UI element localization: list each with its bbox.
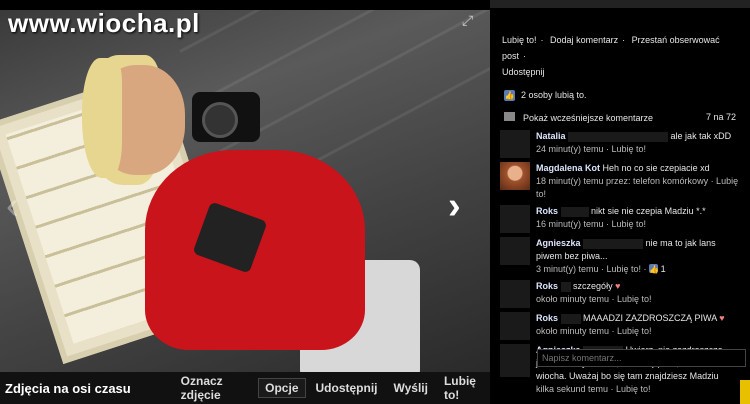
show-more-row: Pokaż wcześniejsze komentarze 7 na 72	[490, 106, 750, 128]
avatar[interactable]	[500, 162, 530, 190]
options-button[interactable]: Opcje	[258, 378, 306, 398]
photo-viewer: www.wiocha.pl ⤢ ‹ › Zdjęcia na osi czasu…	[0, 0, 490, 404]
previous-photo-icon[interactable]: ‹	[6, 185, 19, 228]
current-user-avatar	[500, 347, 530, 377]
comment-item: Agnieszka nie ma to jak lans piwem bez p…	[490, 235, 750, 278]
comment-text: nikt sie nie czepia Madziu *.*	[591, 206, 706, 216]
post-actions: Lubię to! · Dodaj komentarz · Przestań obs…	[502, 35, 720, 77]
like-button[interactable]: Lubię to!	[438, 372, 490, 404]
avatar[interactable]	[500, 312, 530, 340]
commenter-name[interactable]: Roks	[536, 313, 558, 323]
comment-item: Roks nikt sie nie czepia Madziu *.* 16 m…	[490, 203, 750, 235]
share-link[interactable]: Udostępnij	[502, 67, 545, 77]
comment-meta[interactable]: kilka sekund temu · Lubię to!	[536, 384, 651, 394]
commenter-name[interactable]: Roks	[536, 281, 558, 291]
comment-text: MAAADZI ZAZDROSZCZĄ PIWA	[583, 313, 717, 323]
comment-text: ale jak tak xDD	[670, 131, 732, 141]
commenter-name[interactable]: Natalia	[536, 131, 566, 141]
avatar[interactable]	[500, 237, 530, 265]
comment-meta[interactable]: około minuty temu · Lubię to!	[536, 326, 652, 336]
comment-meta[interactable]: 24 minut(y) temu · Lubię to!	[536, 144, 646, 154]
tag-photo-button[interactable]: Oznacz zdjęcie	[175, 372, 254, 404]
likes-text[interactable]: 2 osoby lubią to.	[521, 90, 587, 100]
comment-text: szczegóły	[573, 281, 613, 291]
thumbs-up-icon: 👍	[504, 89, 515, 101]
share-button[interactable]: Udostępnij	[310, 379, 384, 397]
comment-input[interactable]	[537, 349, 746, 367]
show-earlier-comments-link[interactable]: Pokaż wcześniejsze komentarze	[523, 113, 653, 123]
comment-item: Natalia ale jak tak xDD 24 minut(y) temu…	[490, 128, 750, 160]
commenter-name[interactable]: Agnieszka	[536, 238, 581, 248]
like-link[interactable]: Lubię to!	[502, 35, 537, 45]
commenter-name[interactable]: Magdalena Kot	[536, 163, 600, 173]
thumbs-up-icon: 👍	[649, 264, 660, 274]
comment-like-count[interactable]: 1	[661, 264, 666, 274]
comment-item: Roks szczegóły ♥ około minuty temu · Lub…	[490, 278, 750, 310]
photo[interactable]	[0, 10, 490, 372]
comment-meta[interactable]: 16 minut(y) temu · Lubię to!	[536, 219, 646, 229]
album-link[interactable]: Zdjęcia na osi czasu	[5, 381, 175, 396]
send-button[interactable]: Wyślij	[388, 379, 434, 397]
heart-icon: ♥	[719, 313, 725, 323]
comment-meta[interactable]: około minuty temu · Lubię to!	[536, 294, 652, 304]
add-comment-link[interactable]: Dodaj komentarz	[550, 35, 618, 45]
camera	[192, 92, 260, 142]
avatar[interactable]	[500, 205, 530, 233]
comment-text: Heh no co sie czepiacie xd	[602, 163, 710, 173]
next-photo-icon[interactable]: ›	[448, 185, 461, 228]
heart-icon: ♥	[615, 281, 621, 291]
corner-bar	[740, 380, 750, 404]
comment-bubble-icon	[504, 111, 515, 121]
expand-icon[interactable]: ⤢	[462, 12, 473, 29]
comments-panel: Lubię to! · Dodaj komentarz · Przestań obs…	[490, 0, 750, 404]
comment-meta[interactable]: 3 minut(y) temu · Lubię to! ·	[536, 264, 649, 274]
avatar[interactable]	[500, 130, 530, 158]
avatar[interactable]	[500, 280, 530, 308]
watermark: www.wiocha.pl	[8, 8, 200, 38]
comment-item: Roks MAAADZI ZAZDROSZCZĄ PIWA ♥ około mi…	[490, 310, 750, 342]
comment-meta[interactable]: 18 minut(y) temu przez: telefon komórkow…	[536, 176, 738, 199]
comment-item: Magdalena Kot Heh no co sie czepiacie xd…	[490, 160, 750, 203]
commenter-name[interactable]: Roks	[536, 206, 558, 216]
likes-summary: 👍 2 osoby lubią to.	[490, 84, 750, 106]
comment-count: 7 na 72	[705, 112, 736, 122]
photo-action-bar: Zdjęcia na osi czasu Oznacz zdjęcie Opcj…	[0, 372, 490, 404]
